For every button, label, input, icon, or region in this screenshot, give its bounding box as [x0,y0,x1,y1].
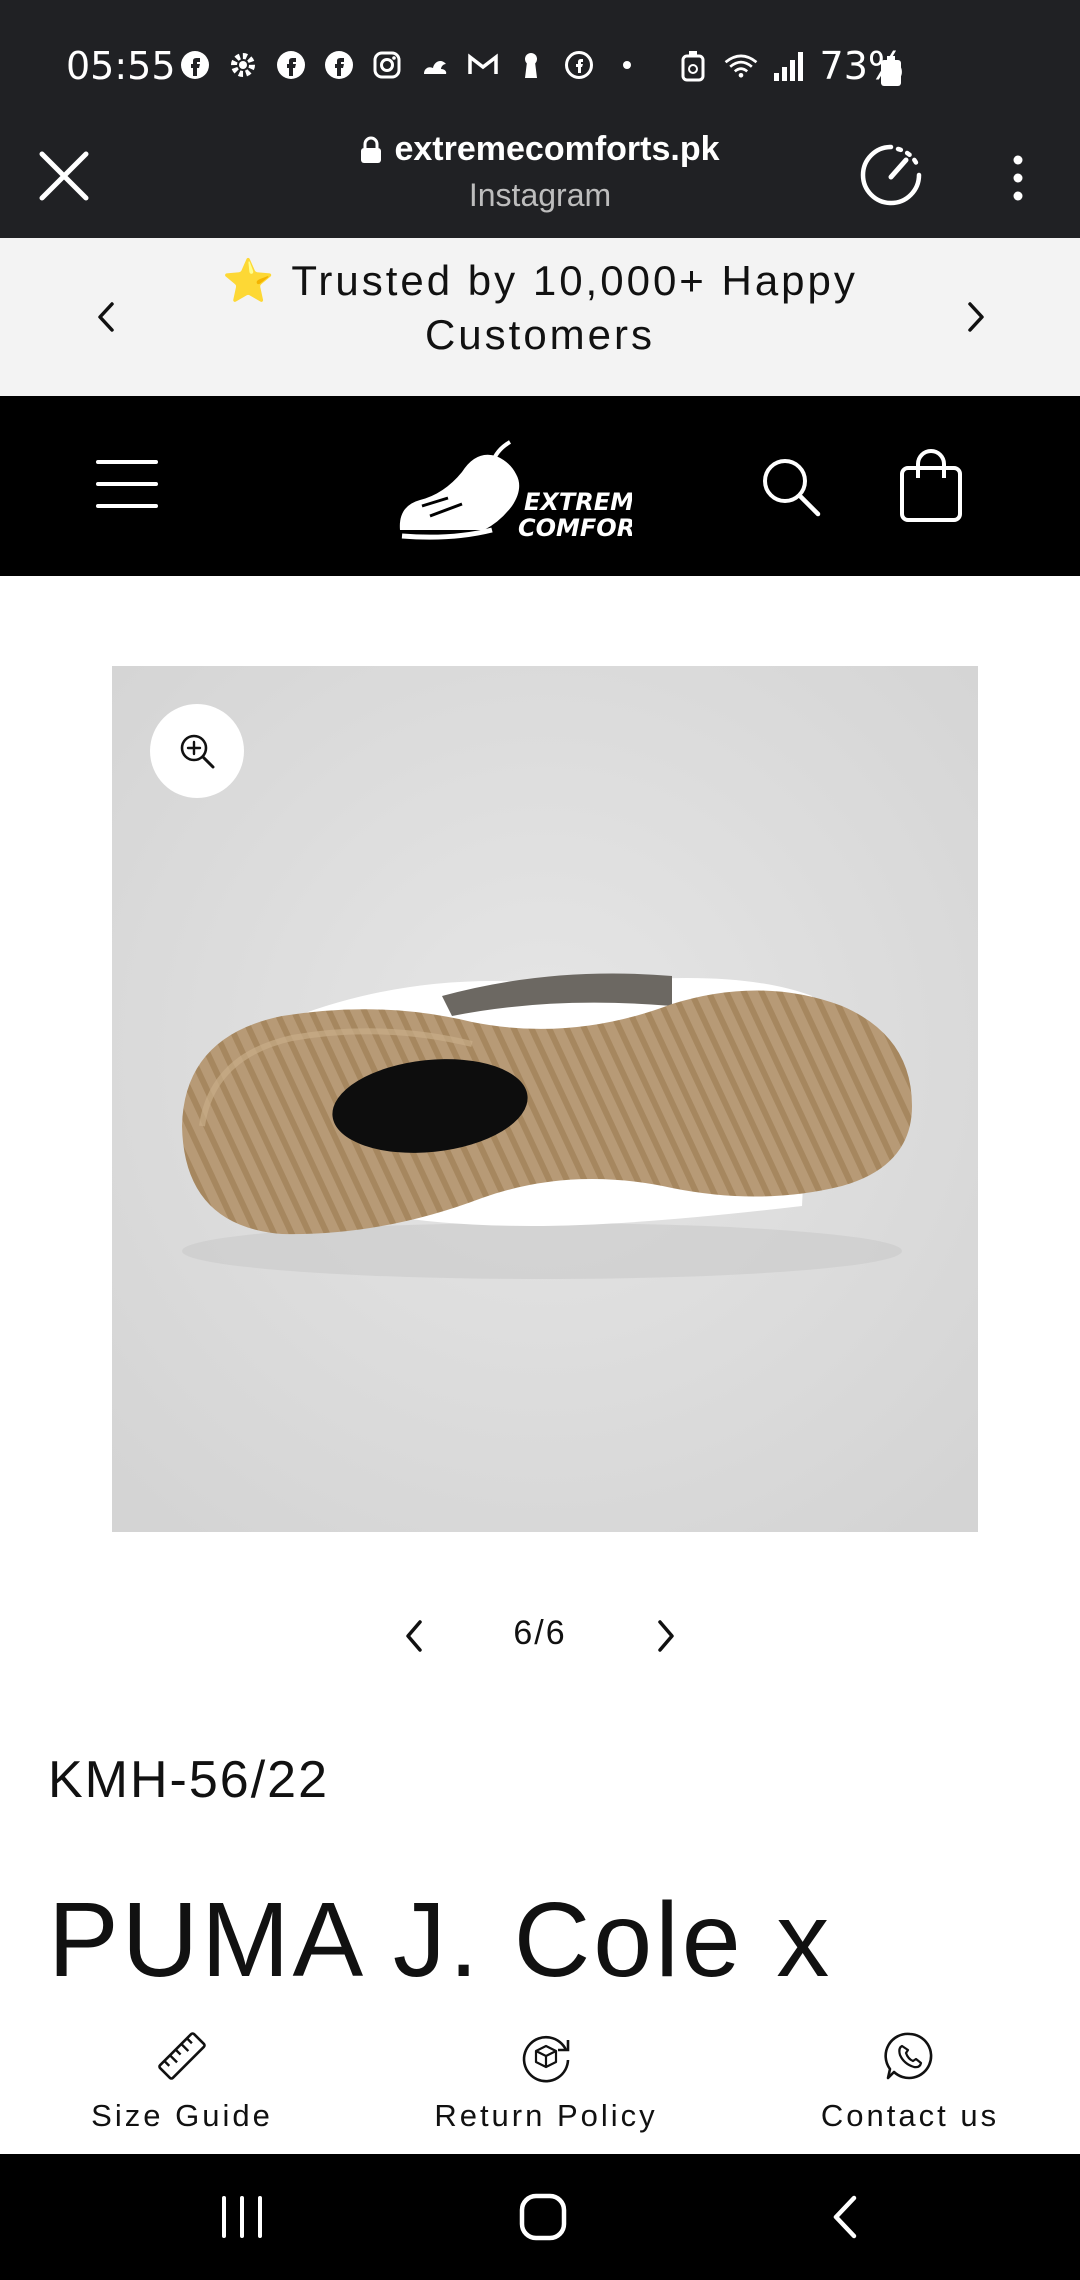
size-guide-label: Size Guide [91,2098,273,2133]
instagram-icon [370,48,404,82]
battery-icon [881,56,901,86]
ruler-icon [158,2032,206,2080]
more-menu-icon[interactable] [1000,148,1036,208]
facebook-icon [274,48,308,82]
announcement-message: Trusted by 10,000+ Happy Customers [291,257,858,358]
logo-line2: COMFORTS [518,514,632,542]
cart-icon[interactable] [896,448,966,524]
shoe-logo-icon: EXTREME COMFORTS [399,440,668,542]
announcement-text: ⭐ Trusted by 10,000+ Happy Customers [180,254,900,362]
return-policy-label: Return Policy [434,2098,658,2133]
status-time: 05:55 [66,44,176,88]
star-icon: ⭐ [222,257,278,304]
cloud-icon [418,48,452,82]
signal-icon [772,49,806,83]
gmail-icon [466,48,500,82]
browser-toolbar: extremecomforts.pk Instagram [0,112,1080,238]
close-icon[interactable] [34,146,94,206]
url-text: extremecomforts.pk [394,130,720,168]
return-policy-button[interactable]: Return Policy [386,2028,706,2134]
menu-icon[interactable] [94,454,160,514]
product-image[interactable] [112,666,978,1532]
product-title: PUMA J. Cole x [48,1881,833,1999]
gear-icon [226,48,260,82]
home-icon[interactable] [518,2190,568,2244]
facebook-lite-icon [562,48,596,82]
brand-logo[interactable]: EXTREME COMFORTS [392,422,668,552]
wifi-icon [724,49,758,83]
contact-us-label: Contact us [820,2098,1000,2133]
logo-line1: EXTREME [524,488,632,516]
search-icon[interactable] [756,452,826,522]
facebook-icon [322,48,356,82]
size-guide-button[interactable]: Size Guide [22,2028,342,2134]
whatsapp-icon [884,2032,933,2080]
dot-icon [610,48,644,82]
zoom-button[interactable] [150,704,244,798]
slide-prev-icon[interactable] [396,1614,432,1658]
site-header: EXTREME COMFORTS [0,396,1080,576]
lock-icon [361,136,382,163]
contact-us-button[interactable]: Contact us [750,2028,1070,2134]
chevron-right-icon[interactable] [956,292,996,342]
system-nav-bar [0,2154,1080,2280]
system-icons: 73% [676,44,904,88]
facebook-icon [178,48,212,82]
slide-counter: 6/6 [513,1614,567,1652]
page-speed-icon[interactable] [858,142,924,208]
announcement-bar: ⭐ Trusted by 10,000+ Happy Customers [0,238,1080,396]
bottom-action-bar: Size Guide Return Policy Contact us [0,2020,1080,2154]
url-source: Instagram [468,177,612,213]
recents-icon[interactable] [218,2194,266,2240]
zoom-in-icon [180,734,215,769]
notification-icons [178,48,644,82]
keyhole-icon [514,48,548,82]
image-slider-controls: 6/6 [0,1600,1080,1670]
status-bar: 05:55 73% [0,0,1080,112]
shoe-sole-image [112,666,978,1532]
recycle-icon [676,49,710,83]
url-display[interactable]: extremecomforts.pk Instagram [290,130,790,214]
chevron-left-icon[interactable] [86,292,126,342]
slide-next-icon[interactable] [648,1614,684,1658]
return-box-icon [522,2035,570,2083]
back-icon[interactable] [826,2192,866,2242]
product-sku: KMH-56/22 [48,1751,329,1809]
